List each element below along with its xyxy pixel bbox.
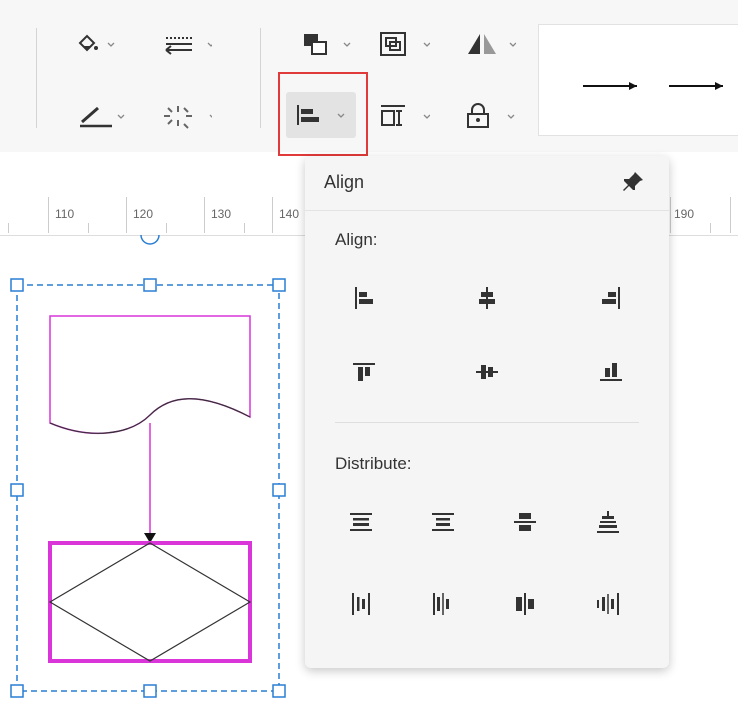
ruler-tick xyxy=(204,197,205,233)
ruler-tick xyxy=(244,223,245,233)
rotate-handle[interactable] xyxy=(140,235,160,245)
align-button[interactable] xyxy=(286,92,356,138)
pin-icon[interactable] xyxy=(621,170,645,194)
distribute-horizontal-3-icon[interactable] xyxy=(511,590,539,618)
flip-button[interactable] xyxy=(456,24,516,64)
line-style-icon xyxy=(165,37,212,55)
line-style-button[interactable] xyxy=(152,24,212,64)
distribute-vertical-3-icon[interactable] xyxy=(511,508,539,536)
resize-handle[interactable] xyxy=(10,278,24,292)
ruler-tick xyxy=(272,197,273,233)
lock-icon xyxy=(467,103,515,128)
group-button[interactable] xyxy=(370,24,430,64)
ruler-tick xyxy=(8,223,9,233)
ruler-label: 140 xyxy=(279,207,300,221)
ruler-tick xyxy=(710,223,711,233)
distribute-vertical-2-icon[interactable] xyxy=(429,508,457,536)
align-bottom-icon[interactable] xyxy=(597,358,625,386)
line-color-button[interactable] xyxy=(68,96,128,136)
ruler-tick xyxy=(88,223,89,233)
resize-handle[interactable] xyxy=(10,483,24,497)
ruler-tick xyxy=(48,197,49,233)
arrow-preview xyxy=(583,82,723,90)
group-icon xyxy=(380,32,430,56)
ruler-tick xyxy=(166,223,167,233)
pen-icon xyxy=(80,106,125,128)
align-center-icon[interactable] xyxy=(473,284,501,312)
separator xyxy=(36,28,37,128)
align-top-icon[interactable] xyxy=(350,358,378,386)
resize-handle[interactable] xyxy=(272,684,286,698)
align-left-icon[interactable] xyxy=(350,284,378,312)
resize-handle[interactable] xyxy=(272,483,286,497)
ruler-label: 130 xyxy=(211,207,232,221)
align-popup: Align Align: Distribute: xyxy=(305,156,669,668)
distribute-vertical-1-icon[interactable] xyxy=(347,508,375,536)
bring-front-button[interactable] xyxy=(292,24,352,64)
same-size-icon xyxy=(381,105,430,126)
ruler-tick xyxy=(730,197,731,233)
fill-color-button[interactable] xyxy=(68,24,128,64)
sparkle-icon xyxy=(164,106,212,129)
ruler-tick xyxy=(670,197,671,233)
ruler-label: 120 xyxy=(133,207,154,221)
resize-handle[interactable] xyxy=(143,278,157,292)
toolbar xyxy=(0,0,738,156)
ruler-label: 110 xyxy=(55,207,75,221)
align-right-icon[interactable] xyxy=(597,284,625,312)
bring-front-icon xyxy=(304,34,351,55)
effects-button[interactable] xyxy=(152,96,212,136)
distribute-horizontal-2-icon[interactable] xyxy=(429,590,457,618)
resize-handle[interactable] xyxy=(272,278,286,292)
popup-title: Align xyxy=(324,172,365,192)
distribute-horizontal-1-icon[interactable] xyxy=(347,590,375,618)
flip-icon xyxy=(468,34,516,54)
distribute-section-label: Distribute: xyxy=(335,454,412,473)
ruler-tick xyxy=(126,197,127,233)
distribute-horizontal-4-icon[interactable] xyxy=(594,590,622,618)
decision-shape[interactable] xyxy=(48,541,252,663)
resize-handle[interactable] xyxy=(143,684,157,698)
paint-bucket-icon xyxy=(78,34,115,52)
arrow-style-gallery[interactable] xyxy=(538,24,738,136)
align-section-label: Align: xyxy=(335,230,378,249)
separator xyxy=(260,28,261,128)
align-middle-icon[interactable] xyxy=(473,358,501,386)
lock-button[interactable] xyxy=(456,96,516,136)
ruler-label: 190 xyxy=(674,207,695,221)
diagram-canvas[interactable] xyxy=(0,235,300,702)
resize-handle[interactable] xyxy=(10,684,24,698)
size-button[interactable] xyxy=(370,96,430,136)
section-divider xyxy=(335,422,639,423)
align-left-icon xyxy=(297,105,345,125)
distribute-vertical-4-icon[interactable] xyxy=(594,508,622,536)
popup-divider xyxy=(305,210,669,211)
